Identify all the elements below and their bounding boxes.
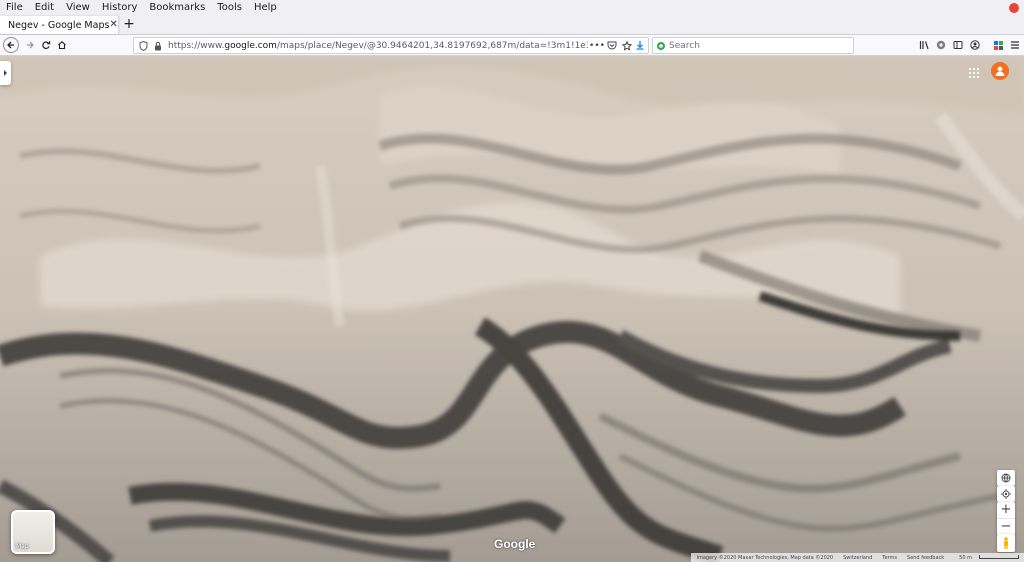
extensions-menu-button[interactable]: [992, 39, 1004, 51]
lock-icon[interactable]: [152, 40, 164, 52]
menu-bar: File Edit View History Bookmarks Tools H…: [0, 0, 1024, 16]
layer-switcher-label: Map: [16, 543, 29, 550]
send-feedback-link[interactable]: Send feedback: [902, 555, 949, 561]
menu-help[interactable]: Help: [248, 0, 283, 16]
star-bookmark-icon[interactable]: [621, 40, 633, 52]
arrow-right-icon: [27, 41, 34, 49]
menu-file[interactable]: File: [0, 0, 29, 16]
menu-bookmarks[interactable]: Bookmarks: [143, 0, 211, 16]
page-actions-icon[interactable]: •••: [589, 40, 605, 52]
hamburger-menu-icon: [1011, 41, 1019, 49]
new-tab-button[interactable]: +: [122, 16, 136, 34]
globe-icon[interactable]: [997, 470, 1015, 486]
reload-icon: [42, 41, 51, 49]
search-input[interactable]: [669, 40, 839, 51]
scale-label: 50 m: [959, 554, 972, 561]
home-icon: [58, 41, 66, 50]
menu-history[interactable]: History: [96, 0, 144, 16]
url-text: https://www.google.com/maps/place/Negev/…: [168, 41, 588, 51]
google-apps-icon[interactable]: [968, 67, 980, 79]
extension-button[interactable]: [935, 39, 947, 51]
my-location-button[interactable]: [997, 486, 1015, 502]
country-link[interactable]: Switzerland: [838, 555, 877, 561]
person-icon: [995, 66, 1005, 76]
url-prefix: https://www.: [168, 40, 225, 51]
extension-globe-icon: [936, 40, 946, 50]
chevron-right-icon: [4, 70, 7, 76]
menu-edit[interactable]: Edit: [29, 0, 60, 16]
pocket-icon[interactable]: [606, 40, 618, 52]
tab-title: Negev - Google Maps: [8, 19, 110, 31]
sidebar-icon: [953, 41, 963, 49]
account-circle-icon: [970, 40, 980, 50]
search-bar[interactable]: [652, 37, 854, 54]
menu-view[interactable]: View: [60, 0, 96, 16]
window-close-button[interactable]: [1009, 3, 1019, 13]
globe-view-button[interactable]: [997, 470, 1015, 486]
back-button[interactable]: [3, 37, 19, 53]
menu-tools[interactable]: Tools: [211, 0, 248, 16]
url-host: google.com: [224, 40, 277, 51]
search-engine-icon: [657, 41, 665, 50]
account-button[interactable]: [969, 39, 981, 51]
arrow-left-icon: [7, 41, 14, 49]
zoom-out-icon[interactable]: −: [997, 518, 1015, 535]
hamburger-menu-button[interactable]: [1009, 39, 1021, 51]
satellite-imagery: [0, 56, 1024, 562]
zoom-in-icon[interactable]: +: [997, 502, 1015, 518]
google-logo: Google: [494, 537, 536, 551]
download-arrow-icon: [636, 41, 644, 50]
reload-button[interactable]: [38, 37, 54, 53]
imagery-credit: Imagery ©2020 Maxar Technologies, Map da…: [696, 554, 834, 561]
tab-close-icon[interactable]: ✕: [109, 16, 117, 34]
my-location-icon[interactable]: [997, 486, 1015, 502]
sidebar-button[interactable]: [952, 39, 964, 51]
shield-icon[interactable]: [137, 40, 149, 52]
library-icon: [919, 41, 929, 50]
pegman-icon[interactable]: [997, 534, 1015, 552]
navigation-bar: https://www.google.com/maps/place/Negev/…: [0, 35, 1024, 56]
scale-bar: [979, 555, 1019, 559]
tab-strip: Negev - Google Maps ✕ +: [0, 16, 1024, 35]
scale-indicator[interactable]: 50 m: [949, 555, 1024, 561]
map-attribution: Imagery ©2020 Maxar Technologies, Map da…: [691, 553, 1024, 562]
collapse-side-panel-button[interactable]: [0, 61, 11, 85]
forward-button[interactable]: [22, 37, 38, 53]
library-button[interactable]: [918, 39, 930, 51]
downloads-button[interactable]: [634, 39, 646, 51]
map-layer-switcher[interactable]: Map: [11, 510, 55, 554]
terms-link[interactable]: Terms: [877, 555, 902, 561]
tab-negev-google-maps[interactable]: Negev - Google Maps ✕: [0, 16, 119, 34]
url-bar[interactable]: https://www.google.com/maps/place/Negev/…: [133, 37, 649, 54]
home-button[interactable]: [54, 37, 70, 53]
map-canvas[interactable]: + − Map Google Imagery ©2020 Maxar Techn…: [0, 56, 1024, 562]
extensions-puzzle-icon: [993, 40, 1003, 50]
zoom-controls: + −: [997, 502, 1015, 535]
account-avatar[interactable]: [991, 62, 1009, 80]
url-path: /maps/place/Negev/@30.9464201,34.8197692…: [276, 40, 588, 51]
